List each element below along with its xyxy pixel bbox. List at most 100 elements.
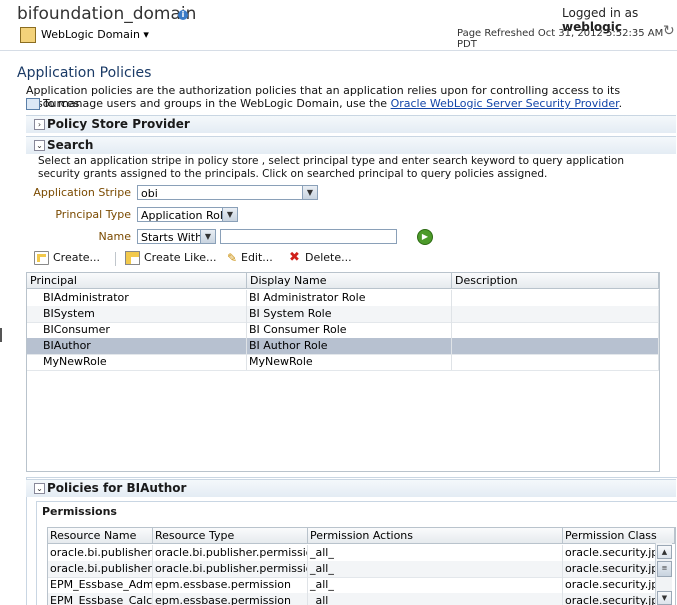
application-stripe-select[interactable]: obi ▼ xyxy=(137,185,318,200)
permission-actions-cell: _all_ xyxy=(308,577,563,593)
manage-users-note: To manage users and groups in the WebLog… xyxy=(26,97,622,110)
column-header-description[interactable]: Description xyxy=(452,273,659,289)
principal-type-value: Application Role xyxy=(141,209,230,222)
search-label: Search xyxy=(47,138,94,152)
column-header-resource-type[interactable]: Resource Type xyxy=(153,528,308,544)
permission-class-cell: oracle.security.jps. xyxy=(563,593,656,605)
page-refreshed-text: Page Refreshed Oct 31, 2012 5:52:35 AM P… xyxy=(457,28,664,50)
scroll-up-icon[interactable]: ▲ xyxy=(657,545,672,559)
collapse-icon[interactable]: ⌄ xyxy=(34,483,45,494)
description-cell xyxy=(452,354,659,370)
permissions-label: Permissions xyxy=(42,505,117,518)
table-row[interactable]: BISystem BI System Role xyxy=(27,306,659,323)
logged-in-prefix: Logged in as xyxy=(562,6,639,20)
name-operator-select[interactable]: Starts With ▼ xyxy=(137,229,216,244)
permission-actions-cell: _all_ xyxy=(308,593,563,605)
chevron-down-icon[interactable]: ▼ xyxy=(222,208,237,221)
table-row[interactable]: oracle.bi.publisher.de oracle.bi.publish… xyxy=(48,561,656,578)
principal-cell[interactable]: BIAuthor xyxy=(27,338,247,354)
column-header-principal[interactable]: Principal xyxy=(27,273,247,289)
search-go-button[interactable]: ▶ xyxy=(417,229,433,245)
delete-button[interactable]: ✖ Delete... xyxy=(289,251,352,264)
table-row[interactable]: BIConsumer BI Consumer Role xyxy=(27,322,659,339)
search-section[interactable]: ⌄ Search xyxy=(26,136,676,154)
display-name-cell: BI System Role xyxy=(247,306,452,322)
scroll-down-icon[interactable]: ▼ xyxy=(657,591,672,605)
collapse-icon[interactable]: ⌄ xyxy=(34,140,45,151)
edit-button[interactable]: ✎ Edit... xyxy=(227,251,273,264)
table-row[interactable]: oracle.bi.publisher.de oracle.bi.publish… xyxy=(48,545,656,562)
principals-table: Principal Display Name Description BIAdm… xyxy=(26,272,660,472)
permissions-scrollbar[interactable]: ▲ ≡ ▼ xyxy=(655,543,672,605)
resource-name-cell: oracle.bi.publisher.de xyxy=(48,545,153,561)
policies-label: Policies for BIAuthor xyxy=(47,481,187,495)
manage-link-icon xyxy=(26,98,40,110)
security-provider-link[interactable]: Oracle WebLogic Server Security Provider xyxy=(391,97,619,110)
weblogic-domain-menu[interactable]: WebLogic Domain ▾ xyxy=(41,28,149,41)
edit-button-label: Edit... xyxy=(241,251,273,264)
refresh-icon[interactable]: ↻ xyxy=(663,23,675,39)
display-name-cell: BI Consumer Role xyxy=(247,322,452,338)
policies-section[interactable]: ⌄ Policies for BIAuthor xyxy=(26,479,676,497)
policy-store-provider-label: Policy Store Provider xyxy=(47,117,190,131)
search-description: Select an application stripe in policy s… xyxy=(38,155,624,180)
display-name-cell: MyNewRole xyxy=(247,354,452,370)
permission-class-cell: oracle.security.jps. xyxy=(563,545,656,561)
table-row[interactable]: BIAdministrator BI Administrator Role xyxy=(27,290,659,307)
name-search-input[interactable] xyxy=(220,229,397,244)
create-like-button[interactable]: Create Like... xyxy=(125,251,216,265)
resource-type-cell: epm.essbase.permission xyxy=(153,577,308,593)
description-cell xyxy=(452,306,659,322)
create-button[interactable]: Create... xyxy=(34,251,100,265)
permissions-table: Resource Name Resource Type Permission A… xyxy=(47,527,676,605)
permission-actions-cell: _all_ xyxy=(308,545,563,561)
description-cell xyxy=(452,290,659,306)
display-name-cell: BI Author Role xyxy=(247,338,452,354)
manage-users-prefix: To manage users and groups in the WebLog… xyxy=(43,97,388,110)
description-cell xyxy=(452,322,659,338)
resource-name-cell: EPM_Essbase_Admini xyxy=(50,577,153,593)
resource-type-cell: epm.essbase.permission xyxy=(153,593,308,605)
domain-title: bifoundation_domain xyxy=(17,4,197,24)
weblogic-domain-menu-label: WebLogic Domain xyxy=(41,28,140,41)
table-row[interactable]: MyNewRole MyNewRole xyxy=(27,354,659,371)
name-label: Name xyxy=(98,230,131,243)
description-cell xyxy=(452,338,659,354)
info-icon[interactable]: i xyxy=(178,10,188,20)
permission-class-cell: oracle.security.jps. xyxy=(563,561,656,577)
page-title: Application Policies xyxy=(17,65,152,81)
name-operator-value: Starts With xyxy=(141,231,203,244)
delete-button-label: Delete... xyxy=(305,251,352,264)
table-row-selected[interactable]: BIAuthor BI Author Role xyxy=(27,338,659,355)
scroll-thumb[interactable]: ≡ xyxy=(657,561,672,577)
chevron-down-icon[interactable]: ▼ xyxy=(200,230,215,243)
resource-type-cell: oracle.bi.publisher.permission xyxy=(155,561,308,577)
column-header-permission-class[interactable]: Permission Class xyxy=(563,528,675,544)
permission-actions-cell: _all_ xyxy=(308,561,563,577)
header-divider xyxy=(0,50,677,51)
principal-type-select[interactable]: Application Role ▼ xyxy=(137,207,238,222)
table-row[interactable]: EPM_Essbase_Calcula epm.essbase.permissi… xyxy=(48,593,656,605)
table-row[interactable]: EPM_Essbase_Admini epm.essbase.permissio… xyxy=(48,577,656,594)
create-icon xyxy=(34,251,49,265)
create-button-label: Create... xyxy=(53,251,101,264)
create-like-button-label: Create Like... xyxy=(144,251,217,264)
column-header-permission-actions[interactable]: Permission Actions xyxy=(308,528,563,544)
principal-cell[interactable]: BISystem xyxy=(27,306,247,322)
display-name-cell: BI Administrator Role xyxy=(247,290,452,306)
chevron-down-icon[interactable]: ▼ xyxy=(302,186,317,199)
resource-type-cell: oracle.bi.publisher.permission xyxy=(155,545,308,561)
manage-users-suffix: . xyxy=(618,97,623,110)
principal-cell[interactable]: MyNewRole xyxy=(27,354,247,370)
column-header-display-name[interactable]: Display Name xyxy=(247,273,452,289)
column-header-resource-name[interactable]: Resource Name xyxy=(48,528,153,544)
toolbar-separator xyxy=(115,252,116,266)
permission-class-cell: oracle.security.jps. xyxy=(563,577,656,593)
expand-icon[interactable]: › xyxy=(34,119,45,130)
resource-name-cell: EPM_Essbase_Calcula xyxy=(48,593,153,605)
policy-store-provider-section[interactable]: › Policy Store Provider xyxy=(26,115,676,133)
principal-cell[interactable]: BIConsumer xyxy=(27,322,247,338)
principal-cell[interactable]: BIAdministrator xyxy=(27,290,247,306)
principal-type-label: Principal Type xyxy=(55,208,131,221)
splitter-handle[interactable] xyxy=(0,328,2,342)
